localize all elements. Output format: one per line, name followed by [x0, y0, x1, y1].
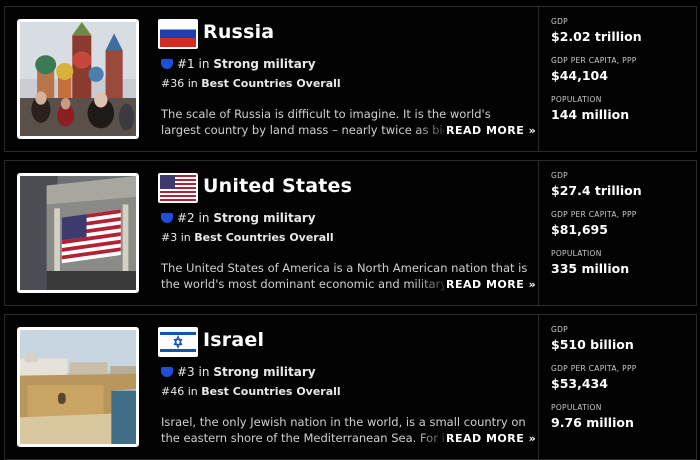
- shield-icon: [161, 367, 173, 377]
- gdp-per-capita-value: $81,695: [551, 222, 608, 237]
- israel-flag-icon: [158, 327, 198, 357]
- shield-icon: [161, 213, 173, 223]
- cathedral-photo-icon: [20, 22, 136, 136]
- stock-exchange-photo-icon: [20, 176, 136, 290]
- stats-panel: GDP $2.02 trillion GDP PER CAPITA, PPP $…: [551, 17, 691, 134]
- shield-icon: [161, 59, 173, 69]
- overall-rank: #46 in Best Countries Overall: [161, 385, 341, 398]
- overall-rank: #36 in Best Countries Overall: [161, 77, 341, 90]
- population-label: POPULATION: [551, 249, 602, 258]
- card-divider: [538, 161, 539, 305]
- country-card[interactable]: United States #2 in Strong military #3 i…: [4, 160, 697, 306]
- gdp-per-capita-value: $53,434: [551, 376, 608, 391]
- country-name[interactable]: United States: [203, 175, 352, 197]
- russia-flag-icon: [158, 19, 198, 49]
- population-label: POPULATION: [551, 95, 602, 104]
- rank-category: Strong military: [213, 365, 316, 379]
- military-rank: #2 in Strong military: [161, 211, 316, 225]
- country-card[interactable]: Israel #3 in Strong military #46 in Best…: [4, 314, 697, 460]
- population-value: 9.76 million: [551, 415, 634, 430]
- military-rank: #3 in Strong military: [161, 365, 316, 379]
- rank-category: Strong military: [213, 57, 316, 71]
- population-value: 335 million: [551, 261, 630, 276]
- gdp-per-capita-value: $44,104: [551, 68, 608, 83]
- population-value: 144 million: [551, 107, 630, 122]
- read-more-link[interactable]: READ MORE »: [444, 276, 537, 294]
- stats-panel: GDP $510 billion GDP PER CAPITA, PPP $53…: [551, 325, 691, 442]
- gdp-label: GDP: [551, 171, 569, 180]
- country-photo[interactable]: [17, 327, 139, 447]
- us-flag-icon: [158, 173, 198, 203]
- country-card[interactable]: Russia #1 in Strong military #36 in Best…: [4, 6, 697, 152]
- gdp-per-capita-label: GDP PER CAPITA, PPP: [551, 210, 637, 219]
- gdp-per-capita-label: GDP PER CAPITA, PPP: [551, 56, 637, 65]
- population-label: POPULATION: [551, 403, 602, 412]
- country-photo[interactable]: [17, 19, 139, 139]
- stats-panel: GDP $27.4 trillion GDP PER CAPITA, PPP $…: [551, 171, 691, 288]
- country-name[interactable]: Russia: [203, 21, 274, 43]
- gdp-per-capita-label: GDP PER CAPITA, PPP: [551, 364, 637, 373]
- gdp-value: $27.4 trillion: [551, 183, 642, 198]
- overall-rank: #3 in Best Countries Overall: [161, 231, 334, 244]
- military-rank: #1 in Strong military: [161, 57, 316, 71]
- gdp-label: GDP: [551, 17, 569, 26]
- gdp-value: $510 billion: [551, 337, 634, 352]
- read-more-link[interactable]: READ MORE »: [444, 122, 537, 140]
- rank-category: Strong military: [213, 211, 316, 225]
- card-divider: [538, 315, 539, 459]
- gdp-value: $2.02 trillion: [551, 29, 642, 44]
- read-more-link[interactable]: READ MORE »: [444, 430, 537, 448]
- country-name[interactable]: Israel: [203, 329, 264, 351]
- card-divider: [538, 7, 539, 151]
- gdp-label: GDP: [551, 325, 569, 334]
- coastal-city-photo-icon: [20, 330, 136, 444]
- country-photo[interactable]: [17, 173, 139, 293]
